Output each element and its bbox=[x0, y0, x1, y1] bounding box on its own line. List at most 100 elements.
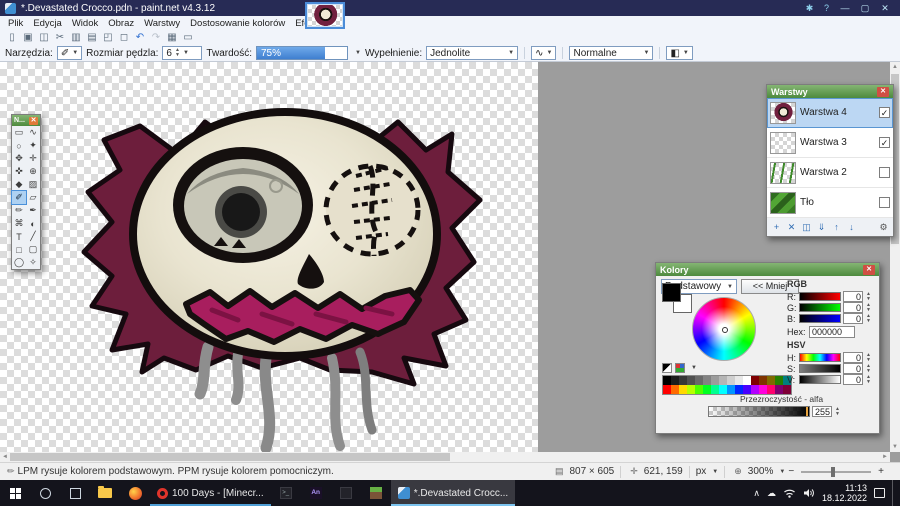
tool-pencil[interactable]: ✏ bbox=[12, 204, 26, 217]
palette-swatch[interactable] bbox=[743, 376, 751, 385]
green-value[interactable]: 0 bbox=[843, 302, 863, 313]
palette-swatch[interactable] bbox=[783, 385, 791, 394]
green-slider[interactable] bbox=[799, 303, 841, 312]
close-icon[interactable]: ✕ bbox=[877, 86, 889, 97]
tray-expand-icon[interactable]: ∧ bbox=[753, 488, 760, 499]
palette-swatch[interactable] bbox=[743, 385, 751, 394]
volume-icon[interactable] bbox=[803, 488, 815, 498]
palette-swatch[interactable] bbox=[751, 376, 759, 385]
open-image-tab[interactable] bbox=[305, 2, 345, 29]
tool-lasso-select[interactable]: ∿ bbox=[26, 126, 40, 139]
primary-secondary-swatch[interactable] bbox=[662, 283, 692, 313]
layer-visibility-checkbox[interactable] bbox=[879, 167, 890, 178]
hardness-slider[interactable]: 75% bbox=[256, 46, 348, 60]
menu-plik[interactable]: Plik bbox=[3, 16, 28, 31]
palette-swatch[interactable] bbox=[711, 385, 719, 394]
tool-pan[interactable]: ✥ bbox=[12, 152, 26, 165]
blend-mode-dropdown[interactable]: Normalne ▼ bbox=[569, 46, 654, 60]
scroll-right-icon[interactable]: ► bbox=[880, 452, 890, 462]
hex-input[interactable]: 000000 bbox=[809, 326, 855, 338]
crop-to-selection-button[interactable]: ◰ bbox=[100, 31, 116, 45]
grid-toggle-button[interactable]: ▦ bbox=[164, 31, 180, 45]
spin-buttons-icon[interactable]: ▲ ▼ bbox=[835, 406, 840, 417]
close-icon[interactable]: ✕ bbox=[863, 264, 875, 275]
palette-swatch[interactable] bbox=[735, 385, 743, 394]
palette-swatch[interactable] bbox=[727, 385, 735, 394]
scroll-down-icon[interactable]: ▼ bbox=[890, 442, 900, 452]
file-explorer-button[interactable] bbox=[90, 480, 120, 506]
spin-buttons-icon[interactable]: ▲ ▼ bbox=[866, 352, 871, 363]
ruler-toggle-button[interactable]: ▭ bbox=[180, 31, 196, 45]
paste-button[interactable]: ▤ bbox=[84, 31, 100, 45]
sampling-button[interactable]: ◧ ▼ bbox=[666, 46, 693, 60]
tool-color-picker[interactable]: ✒ bbox=[26, 204, 40, 217]
minecraft-button[interactable] bbox=[361, 480, 391, 506]
browser-button[interactable] bbox=[120, 480, 150, 506]
close-icon[interactable]: ✕ bbox=[29, 116, 38, 125]
spin-buttons-icon[interactable]: ▲ ▼ bbox=[866, 291, 871, 302]
palette-swatch[interactable] bbox=[679, 385, 687, 394]
delete-layer-button[interactable]: ✕ bbox=[785, 221, 798, 234]
tool-paintbrush[interactable]: ✐ bbox=[11, 190, 27, 205]
tools-palette-header[interactable]: N... ✕ bbox=[12, 115, 40, 126]
blue-value[interactable]: 0 bbox=[843, 313, 863, 324]
menu-dostosowaniekolorw[interactable]: Dostosowanie kolorów bbox=[185, 16, 290, 31]
duplicate-layer-button[interactable]: ◫ bbox=[800, 221, 813, 234]
horizontal-scroll-thumb[interactable] bbox=[10, 453, 450, 461]
red-value[interactable]: 0 bbox=[843, 291, 863, 302]
value-value[interactable]: 0 bbox=[843, 374, 863, 385]
tool-rectangle-select[interactable]: ▭ bbox=[12, 126, 26, 139]
palette-swatch[interactable] bbox=[711, 376, 719, 385]
palette-swatch[interactable] bbox=[759, 385, 767, 394]
hue-slider[interactable] bbox=[799, 353, 841, 362]
zoom-slider-thumb[interactable] bbox=[831, 466, 836, 477]
tool-eraser[interactable]: ▱ bbox=[26, 191, 40, 204]
dark-app-button-2[interactable] bbox=[331, 480, 361, 506]
tool-move-selected-pixels[interactable]: ✛ bbox=[26, 152, 40, 165]
palette-menu-icon[interactable] bbox=[675, 363, 685, 373]
tool-gradient[interactable]: ▨ bbox=[26, 178, 40, 191]
horizontal-scrollbar[interactable]: ◄ ► bbox=[0, 452, 890, 462]
task-view-button[interactable] bbox=[60, 480, 90, 506]
settings-icon[interactable]: ✱ bbox=[801, 0, 818, 16]
palette-swatch[interactable] bbox=[751, 385, 759, 394]
tool-recolor[interactable]: ◐ bbox=[26, 217, 40, 230]
taskbar-clock[interactable]: 11:13 18.12.2022 bbox=[822, 483, 867, 503]
layer-visibility-checkbox[interactable]: ✓ bbox=[879, 137, 890, 148]
menu-widok[interactable]: Widok bbox=[67, 16, 103, 31]
cut-button[interactable]: ✂ bbox=[52, 31, 68, 45]
tool-rounded-rectangle[interactable]: ▢ bbox=[26, 243, 40, 256]
layer-visibility-checkbox[interactable] bbox=[879, 197, 890, 208]
layer-row[interactable]: Warstwa 3 ✓ bbox=[767, 128, 893, 158]
palette-swatch[interactable] bbox=[679, 376, 687, 385]
copy-button[interactable]: ▥ bbox=[68, 31, 84, 45]
chevron-down-icon[interactable]: ▼ bbox=[691, 365, 697, 371]
palette-swatch[interactable] bbox=[719, 385, 727, 394]
maximize-button[interactable]: ▢ bbox=[855, 0, 875, 16]
palette-swatch[interactable] bbox=[719, 376, 727, 385]
tool-magic-wand[interactable]: ✦ bbox=[26, 139, 40, 152]
dark-app-button-1[interactable]: >_ bbox=[271, 480, 301, 506]
zoom-out-button[interactable]: − bbox=[788, 466, 794, 477]
tool-rectangle[interactable]: □ bbox=[12, 243, 26, 256]
taskbar-window-browser[interactable]: 100 Days - [Minecr... bbox=[150, 480, 271, 506]
palette-swatch[interactable] bbox=[687, 385, 695, 394]
add-layer-button[interactable]: + bbox=[770, 221, 783, 234]
search-button[interactable] bbox=[30, 480, 60, 506]
palette-swatch[interactable] bbox=[671, 376, 679, 385]
saturation-slider[interactable] bbox=[799, 364, 841, 373]
layer-row[interactable]: Warstwa 4 ✓ bbox=[767, 98, 893, 128]
palette-swatch[interactable] bbox=[703, 385, 711, 394]
palette-swatch[interactable] bbox=[775, 385, 783, 394]
blue-slider[interactable] bbox=[799, 314, 841, 323]
menu-warstwy[interactable]: Warstwy bbox=[139, 16, 185, 31]
new-image-button[interactable]: ▯ bbox=[4, 31, 20, 45]
onedrive-cloud-icon[interactable]: ☁ bbox=[767, 488, 776, 499]
minimize-button[interactable]: — bbox=[835, 0, 855, 16]
undo-button[interactable]: ↶ bbox=[132, 31, 148, 45]
layer-row[interactable]: Warstwa 2 bbox=[767, 158, 893, 188]
alpha-slider[interactable] bbox=[708, 406, 810, 417]
layer-properties-button[interactable]: ⚙ bbox=[877, 221, 890, 234]
redo-button[interactable]: ↷ bbox=[148, 31, 164, 45]
palette-swatch[interactable] bbox=[735, 376, 743, 385]
